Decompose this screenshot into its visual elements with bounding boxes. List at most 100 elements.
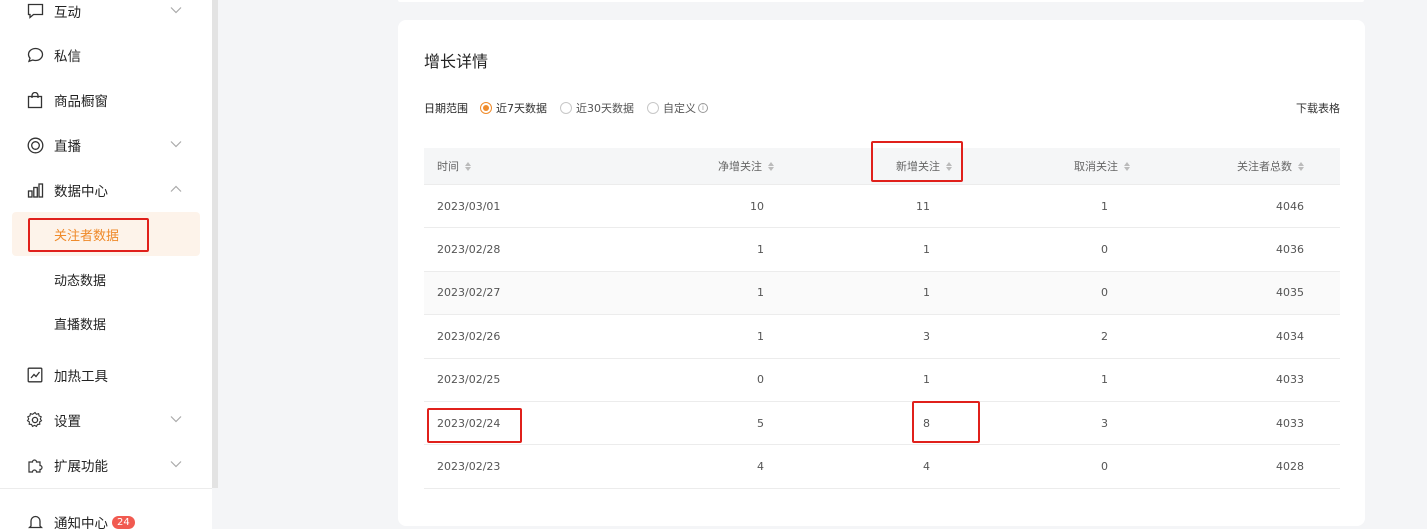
download-table-link[interactable]: 下载表格	[1296, 100, 1340, 116]
radio-label: 近7天数据	[496, 102, 547, 115]
sidebar-item-label: 数据中心	[54, 184, 108, 200]
table-row: 2023/02/24 5 8 3 4033	[424, 402, 1340, 446]
cell-unfollows: 0	[1101, 286, 1108, 300]
chevron-down-icon[interactable]	[170, 460, 182, 468]
table-header: 时间 净增关注 新增关注 取消关注 关注者总数	[424, 148, 1340, 185]
sidebar-item-label: 设置	[54, 414, 81, 430]
cell-net-follows: 4	[757, 460, 764, 474]
cell-total-followers: 4036	[1276, 243, 1304, 257]
sidebar-item-live[interactable]: 直播	[12, 123, 200, 167]
chevron-down-icon[interactable]	[170, 140, 182, 148]
cell-time: 2023/03/01	[437, 199, 501, 213]
previous-card-edge	[398, 0, 1364, 2]
cell-total-followers: 4034	[1276, 329, 1304, 343]
column-header-net-follows[interactable]: 净增关注	[604, 158, 774, 174]
sidebar-item-label: 扩展功能	[54, 459, 108, 475]
sidebar-item-label: 加热工具	[54, 369, 108, 385]
column-header-total-followers[interactable]: 关注者总数	[1130, 158, 1316, 174]
cell-new-follows: 8	[923, 416, 930, 430]
cell-net-follows: 1	[757, 243, 764, 257]
sidebar-item-label: 通知中心	[54, 516, 108, 529]
cell-new-follows: 1	[923, 243, 930, 257]
cell-unfollows: 2	[1101, 329, 1108, 343]
chevron-up-icon[interactable]	[170, 185, 182, 193]
cell-time: 2023/02/24	[437, 416, 501, 430]
sidebar-item-data-center[interactable]: 数据中心	[12, 168, 200, 212]
radio-unchecked-icon	[560, 102, 572, 114]
sidebar-item-private-message[interactable]: 私信	[12, 33, 200, 77]
cell-unfollows: 0	[1101, 460, 1108, 474]
column-header-new-follows[interactable]: 新增关注	[774, 158, 952, 174]
sidebar-item-interaction[interactable]: 互动	[12, 0, 200, 33]
sidebar-item-boost-tool[interactable]: 加热工具	[12, 353, 200, 397]
cell-unfollows: 0	[1101, 243, 1108, 257]
cell-total-followers: 4028	[1276, 460, 1304, 474]
cell-new-follows: 3	[923, 329, 930, 343]
radio-last-30-days[interactable]: 近30天数据	[560, 100, 634, 116]
growth-details-card: 增长详情 日期范围 近7天数据 近30天数据 自定义 i 下载表格 时间 净增关…	[398, 20, 1365, 526]
sort-icon[interactable]	[465, 161, 471, 171]
table-body: 2023/03/01 10 11 1 4046 2023/02/28 1 1 0 4036 2023…	[424, 185, 1340, 489]
cell-new-follows: 1	[923, 373, 930, 387]
sidebar-item-label: 直播	[54, 139, 81, 155]
header-label: 关注者总数	[1237, 160, 1292, 173]
radio-checked-icon	[480, 102, 492, 114]
cell-total-followers: 4033	[1276, 373, 1304, 387]
cell-total-followers: 4033	[1276, 416, 1304, 430]
message-icon	[26, 46, 44, 64]
sidebar-subitem-live-data[interactable]: 直播数据	[12, 301, 200, 345]
bell-icon	[26, 513, 44, 529]
radio-label: 近30天数据	[576, 102, 634, 115]
cell-time: 2023/02/27	[437, 286, 501, 300]
sidebar-item-label: 商品橱窗	[54, 94, 108, 110]
sort-icon[interactable]	[1298, 161, 1304, 171]
column-header-time[interactable]: 时间	[424, 158, 604, 174]
cell-net-follows: 5	[757, 416, 764, 430]
sidebar-item-settings[interactable]: 设置	[12, 398, 200, 442]
sidebar-subitem-label: 关注者数据	[54, 228, 120, 244]
growth-table: 时间 净增关注 新增关注 取消关注 关注者总数 2023/03/01 10 11 1 4…	[424, 148, 1340, 489]
header-label: 净增关注	[718, 160, 762, 173]
cell-time: 2023/02/23	[437, 460, 501, 474]
gear-icon	[26, 411, 44, 429]
chevron-down-icon[interactable]	[170, 415, 182, 423]
cell-unfollows: 3	[1101, 416, 1108, 430]
table-row: 2023/02/25 0 1 1 4033	[424, 359, 1340, 402]
sidebar-scrollbar[interactable]	[212, 0, 218, 488]
sidebar-item-extensions[interactable]: 扩展功能	[12, 443, 200, 487]
sidebar-item-product-showcase[interactable]: 商品橱窗	[12, 78, 200, 122]
header-label: 取消关注	[1074, 160, 1118, 173]
cell-new-follows: 1	[923, 286, 930, 300]
notification-badge: 24	[112, 515, 135, 529]
cell-time: 2023/02/26	[437, 329, 501, 343]
cell-total-followers: 4035	[1276, 286, 1304, 300]
radio-unchecked-icon	[647, 102, 659, 114]
live-circle-icon	[26, 136, 44, 154]
bar-chart-icon	[26, 181, 44, 199]
radio-custom[interactable]: 自定义 i	[647, 100, 708, 116]
cell-net-follows: 1	[757, 329, 764, 343]
cell-net-follows: 1	[757, 286, 764, 300]
sidebar-item-notifications[interactable]: 通知中心 24	[12, 500, 200, 529]
sidebar-item-label: 私信	[54, 49, 81, 65]
chevron-down-icon[interactable]	[170, 6, 182, 14]
column-header-unfollows[interactable]: 取消关注	[952, 158, 1130, 174]
table-row: 2023/02/26 1 3 2 4034	[424, 315, 1340, 359]
header-label: 时间	[437, 160, 459, 173]
sidebar-subitem-label: 直播数据	[54, 317, 107, 333]
table-row: 2023/03/01 10 11 1 4046	[424, 185, 1340, 229]
table-row: 2023/02/27 1 1 0 4035	[424, 271, 1340, 316]
sidebar-subitem-post-data[interactable]: 动态数据	[12, 257, 200, 301]
date-range-filter: 日期范围 近7天数据 近30天数据 自定义 i	[424, 100, 1340, 116]
sidebar-subitem-follower-data[interactable]: 关注者数据	[12, 212, 200, 256]
shopping-bag-icon	[26, 91, 44, 109]
sidebar-item-label: 互动	[54, 5, 81, 21]
sidebar: 互动 私信 商品橱窗 直播 数据中心 关注者数据 动态数据 直播数据 加热工具 …	[0, 0, 212, 529]
cell-new-follows: 11	[916, 199, 930, 213]
radio-last-7-days[interactable]: 近7天数据	[480, 100, 547, 116]
date-range-label: 日期范围	[424, 102, 468, 115]
cell-unfollows: 1	[1101, 373, 1108, 387]
info-icon[interactable]: i	[698, 103, 708, 113]
cell-total-followers: 4046	[1276, 199, 1304, 213]
chat-bubble-icon	[26, 2, 44, 20]
